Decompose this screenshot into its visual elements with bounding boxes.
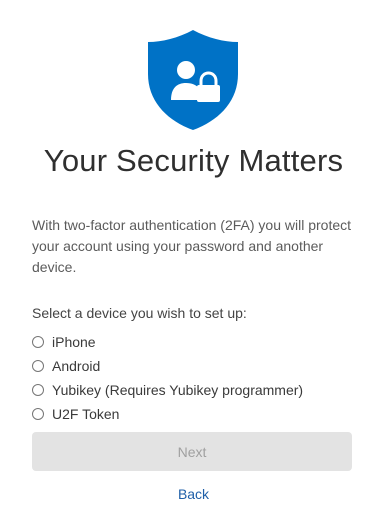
radio-button[interactable] [32, 408, 44, 420]
device-option-label: Yubikey (Requires Yubikey programmer) [52, 382, 304, 398]
device-option-label: U2F Token [52, 406, 120, 422]
device-select-prompt: Select a device you wish to set up: [32, 305, 247, 321]
device-option-label: iPhone [52, 334, 96, 350]
security-setup-page: Your Security Matters With two-factor au… [0, 0, 387, 527]
device-option-label: Android [52, 358, 101, 374]
device-option-u2f-token[interactable]: U2F Token [32, 402, 303, 426]
radio-button[interactable] [32, 384, 44, 396]
shield-user-lock-icon [146, 28, 240, 132]
next-button[interactable]: Next [32, 432, 352, 471]
intro-text: With two-factor authentication (2FA) you… [32, 217, 352, 275]
lock-body-icon [197, 85, 220, 102]
radio-button[interactable] [32, 360, 44, 372]
radio-button[interactable] [32, 336, 44, 348]
shield-svg [148, 30, 238, 130]
page-title: Your Security Matters [43, 143, 344, 178]
shield-shape [148, 30, 238, 130]
user-head-icon [177, 61, 195, 79]
device-option-yubikey[interactable]: Yubikey (Requires Yubikey programmer) [32, 378, 303, 402]
device-options: iPhone Android Yubikey (Requires Yubikey… [32, 330, 303, 426]
back-link[interactable]: Back [0, 486, 387, 502]
device-option-android[interactable]: Android [32, 354, 303, 378]
device-option-iphone[interactable]: iPhone [32, 330, 303, 354]
